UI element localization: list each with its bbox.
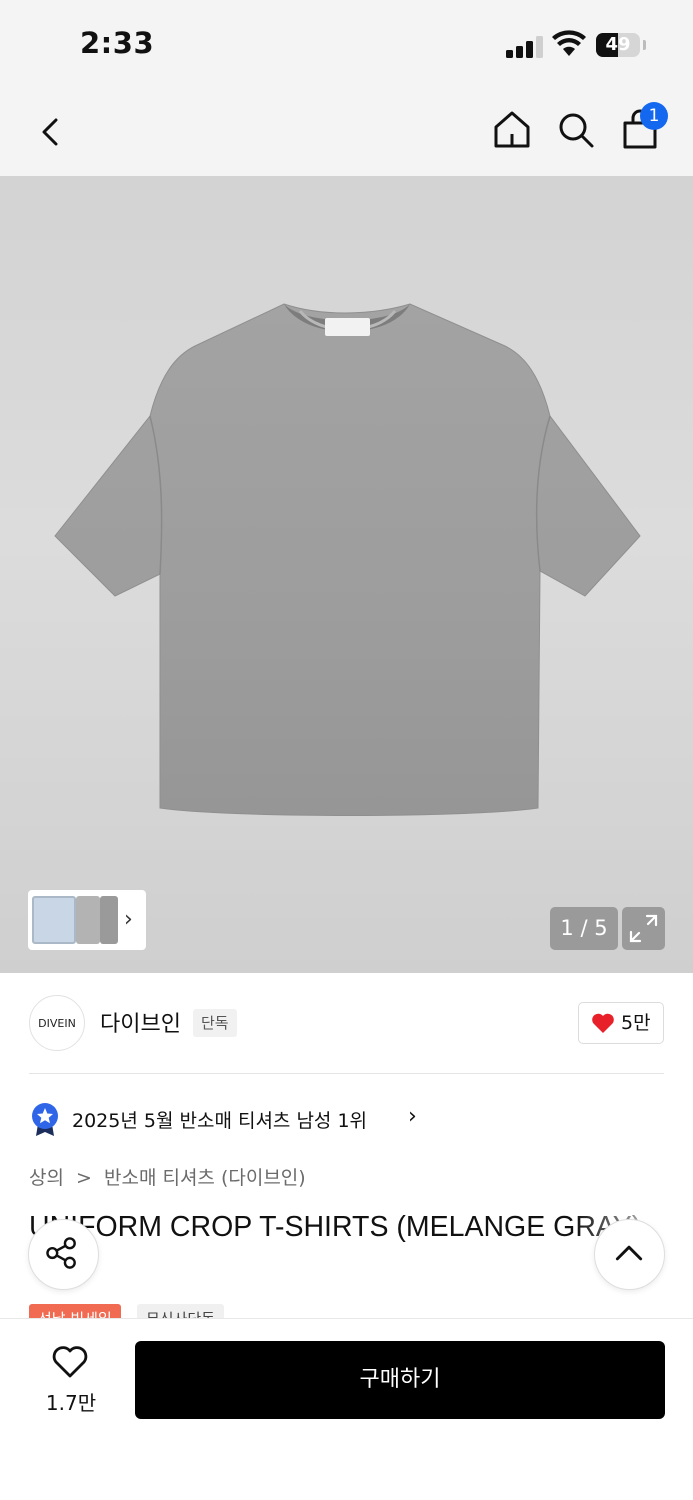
thumbnail-strip[interactable]: ›: [28, 890, 146, 950]
brand-exclusive-tag: 단독: [193, 1009, 237, 1037]
breadcrumb-subcategory[interactable]: 반소매 티셔츠 (다이브인): [104, 1167, 306, 1189]
status-time: 2:33: [80, 26, 155, 60]
image-page-counter: 1 / 5: [550, 907, 618, 950]
ranking-text[interactable]: 2025년 5월 반소매 티셔츠 남성 1위: [72, 1106, 367, 1133]
scroll-to-top-button[interactable]: [594, 1219, 665, 1290]
back-chevron-icon[interactable]: [30, 110, 74, 154]
ranking-chevron-icon[interactable]: ›: [408, 1104, 417, 1129]
brand-like-button[interactable]: 5만: [578, 1002, 664, 1044]
brand-like-count: 5만: [621, 1012, 651, 1034]
heart-outline-icon: [52, 1346, 88, 1378]
thumbnail-next-chevron-icon[interactable]: ›: [124, 906, 138, 934]
cart-button[interactable]: 1: [616, 102, 668, 154]
wishlist-button[interactable]: 1.7만: [36, 1343, 106, 1419]
search-icon[interactable]: [554, 108, 598, 152]
thumbnail-white-tshirt[interactable]: [32, 896, 76, 944]
home-icon[interactable]: [490, 108, 534, 152]
share-button[interactable]: [28, 1219, 99, 1290]
brand-row[interactable]: DIVEIN 다이브인 단독 5만: [0, 973, 693, 1073]
share-icon: [46, 1237, 76, 1269]
ranking-link[interactable]: 2025년 5월 반소매 티셔츠 남성 1위 ›: [30, 1100, 450, 1140]
battery-icon: 49: [596, 33, 640, 57]
breadcrumb: 상의 > 반소매 티셔츠 (다이브인): [29, 1163, 312, 1190]
battery-cap: [643, 40, 646, 50]
section-divider: [29, 1073, 664, 1074]
breadcrumb-separator: >: [76, 1167, 92, 1189]
brand-logo[interactable]: DIVEIN: [29, 995, 85, 1051]
thumbnail-gray-tshirt[interactable]: [76, 896, 100, 944]
breadcrumb-category[interactable]: 상의: [29, 1167, 64, 1189]
thumbnail-dark-tshirt[interactable]: [100, 896, 118, 944]
heart-filled-icon: [592, 1013, 614, 1033]
expand-fullscreen-icon[interactable]: [622, 907, 665, 950]
bottom-action-bar: 1.7만 구매하기: [0, 1318, 693, 1500]
product-image-gallery[interactable]: › 1 / 5: [0, 176, 693, 973]
battery-level: 49: [605, 34, 631, 55]
cart-count-badge: 1: [640, 102, 668, 130]
ranking-medal-icon: [32, 1103, 58, 1136]
nav-bar: 1: [0, 88, 693, 176]
status-bar: 2:33 49: [0, 0, 693, 88]
buy-button[interactable]: 구매하기: [135, 1341, 665, 1419]
chevron-up-icon: [615, 1245, 643, 1261]
wishlist-count: 1.7만: [45, 1391, 97, 1415]
tshirt-product-image: [54, 303, 641, 816]
cellular-signal-icon: [506, 36, 544, 58]
brand-name[interactable]: 다이브인: [100, 1006, 181, 1038]
wifi-icon: [552, 30, 586, 56]
